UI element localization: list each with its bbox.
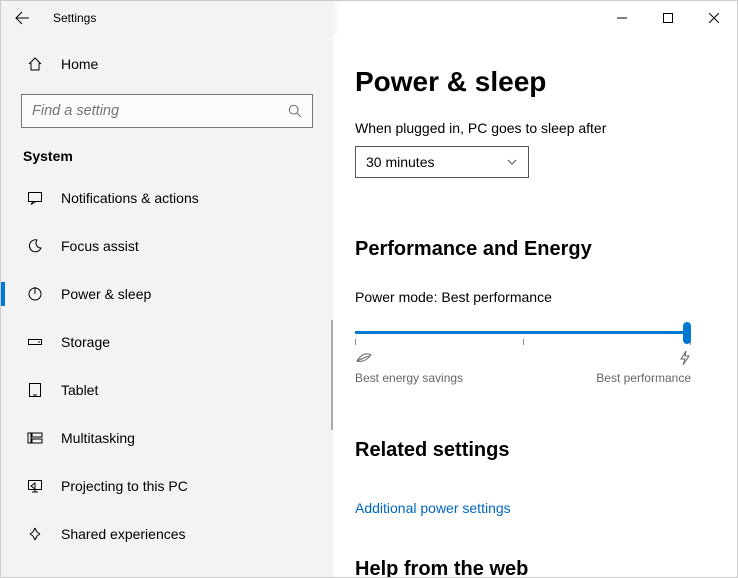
tablet-icon [25,382,45,398]
nav-label: Power & sleep [61,286,151,302]
slider-right-label: Best performance [596,371,691,385]
close-icon [709,13,719,23]
nav-multitasking[interactable]: Multitasking [1,414,333,462]
search-box[interactable] [21,94,313,128]
nav-list: Notifications & actions Focus assist Pow… [1,174,333,558]
power-mode-label: Power mode: Best performance [355,289,737,305]
nav-label: Shared experiences [61,526,186,542]
section-header: System [1,142,333,174]
nav-storage[interactable]: Storage [1,318,333,366]
minimize-icon [617,13,627,23]
additional-power-settings-link[interactable]: Additional power settings [355,500,511,516]
perf-heading: Performance and Energy [355,238,737,261]
slider-tick [523,339,524,345]
nav-label: Focus assist [61,238,139,254]
home-label: Home [61,56,98,72]
related-heading: Related settings [355,439,737,462]
maximize-button[interactable] [645,2,691,34]
power-icon [25,286,45,302]
window-controls [599,2,737,34]
shared-icon [25,526,45,542]
sleep-dropdown[interactable]: 30 minutes [355,146,529,178]
leaf-icon [355,351,463,369]
sleep-label: When plugged in, PC goes to sleep after [355,120,737,136]
home-nav[interactable]: Home [1,44,333,84]
slider-labels: Best energy savings Best performance [355,351,691,385]
window-title: Settings [53,11,96,25]
dropdown-value: 30 minutes [366,154,434,170]
page-title: Power & sleep [355,66,737,98]
notifications-icon [25,190,45,206]
lightning-icon [679,351,691,369]
slider-track [355,331,691,334]
nav-power-sleep[interactable]: Power & sleep [1,270,333,318]
help-heading: Help from the web [355,558,737,577]
close-button[interactable] [691,2,737,34]
slider-right-end: Best performance [596,351,691,385]
nav-projecting[interactable]: Projecting to this PC [1,462,333,510]
slider-tick [355,339,356,345]
multitasking-icon [25,430,45,446]
moon-icon [25,238,45,254]
back-button[interactable] [1,1,43,34]
content-panel: Power & sleep When plugged in, PC goes t… [333,34,737,577]
minimize-button[interactable] [599,2,645,34]
nav-tablet[interactable]: Tablet [1,366,333,414]
nav-label: Multitasking [61,430,135,446]
titlebar: Settings [1,1,737,34]
slider-thumb[interactable] [683,322,691,344]
slider-left-label: Best energy savings [355,371,463,385]
nav-label: Storage [61,334,110,350]
storage-icon [25,334,45,350]
nav-label: Tablet [61,382,98,398]
sidebar: Home System Notifications & actions Focu… [1,34,333,577]
nav-label: Projecting to this PC [61,478,188,494]
nav-notifications[interactable]: Notifications & actions [1,174,333,222]
home-icon [25,56,45,72]
nav-focus-assist[interactable]: Focus assist [1,222,333,270]
slider-left-end: Best energy savings [355,351,463,385]
chevron-down-icon [506,156,518,168]
maximize-icon [663,13,673,23]
search-input[interactable] [32,103,288,119]
nav-shared-experiences[interactable]: Shared experiences [1,510,333,558]
projecting-icon [25,478,45,494]
nav-label: Notifications & actions [61,190,199,206]
arrow-left-icon [14,10,30,26]
power-mode-slider[interactable] [355,321,691,345]
search-icon [288,104,302,118]
